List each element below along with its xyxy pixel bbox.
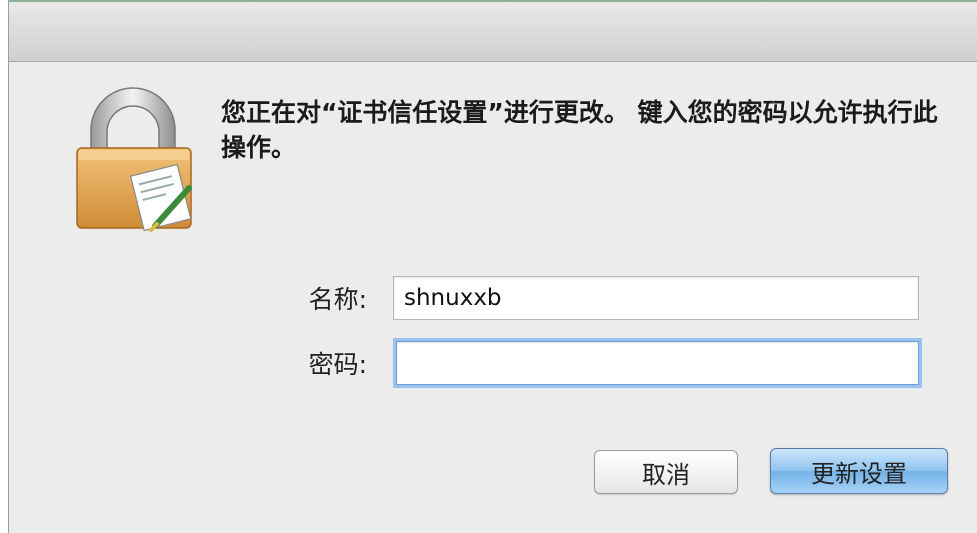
window-titlebar[interactable] [9,0,977,62]
dialog-message: 您正在对“证书信任设置”进行更改。 键入您的密码以允许执行此操作。 [221,98,938,162]
password-input[interactable] [396,341,919,385]
lock-icon [76,87,192,232]
name-input[interactable] [393,276,919,320]
cancel-button[interactable]: 取消 [594,450,738,494]
update-settings-button[interactable]: 更新设置 [770,448,948,494]
password-label: 密码: [308,350,367,379]
name-label: 名称: [308,285,367,314]
auth-dialog: 您正在对“证书信任设置”进行更改。 键入您的密码以允许执行此操作。 名称: 密码… [8,0,977,533]
